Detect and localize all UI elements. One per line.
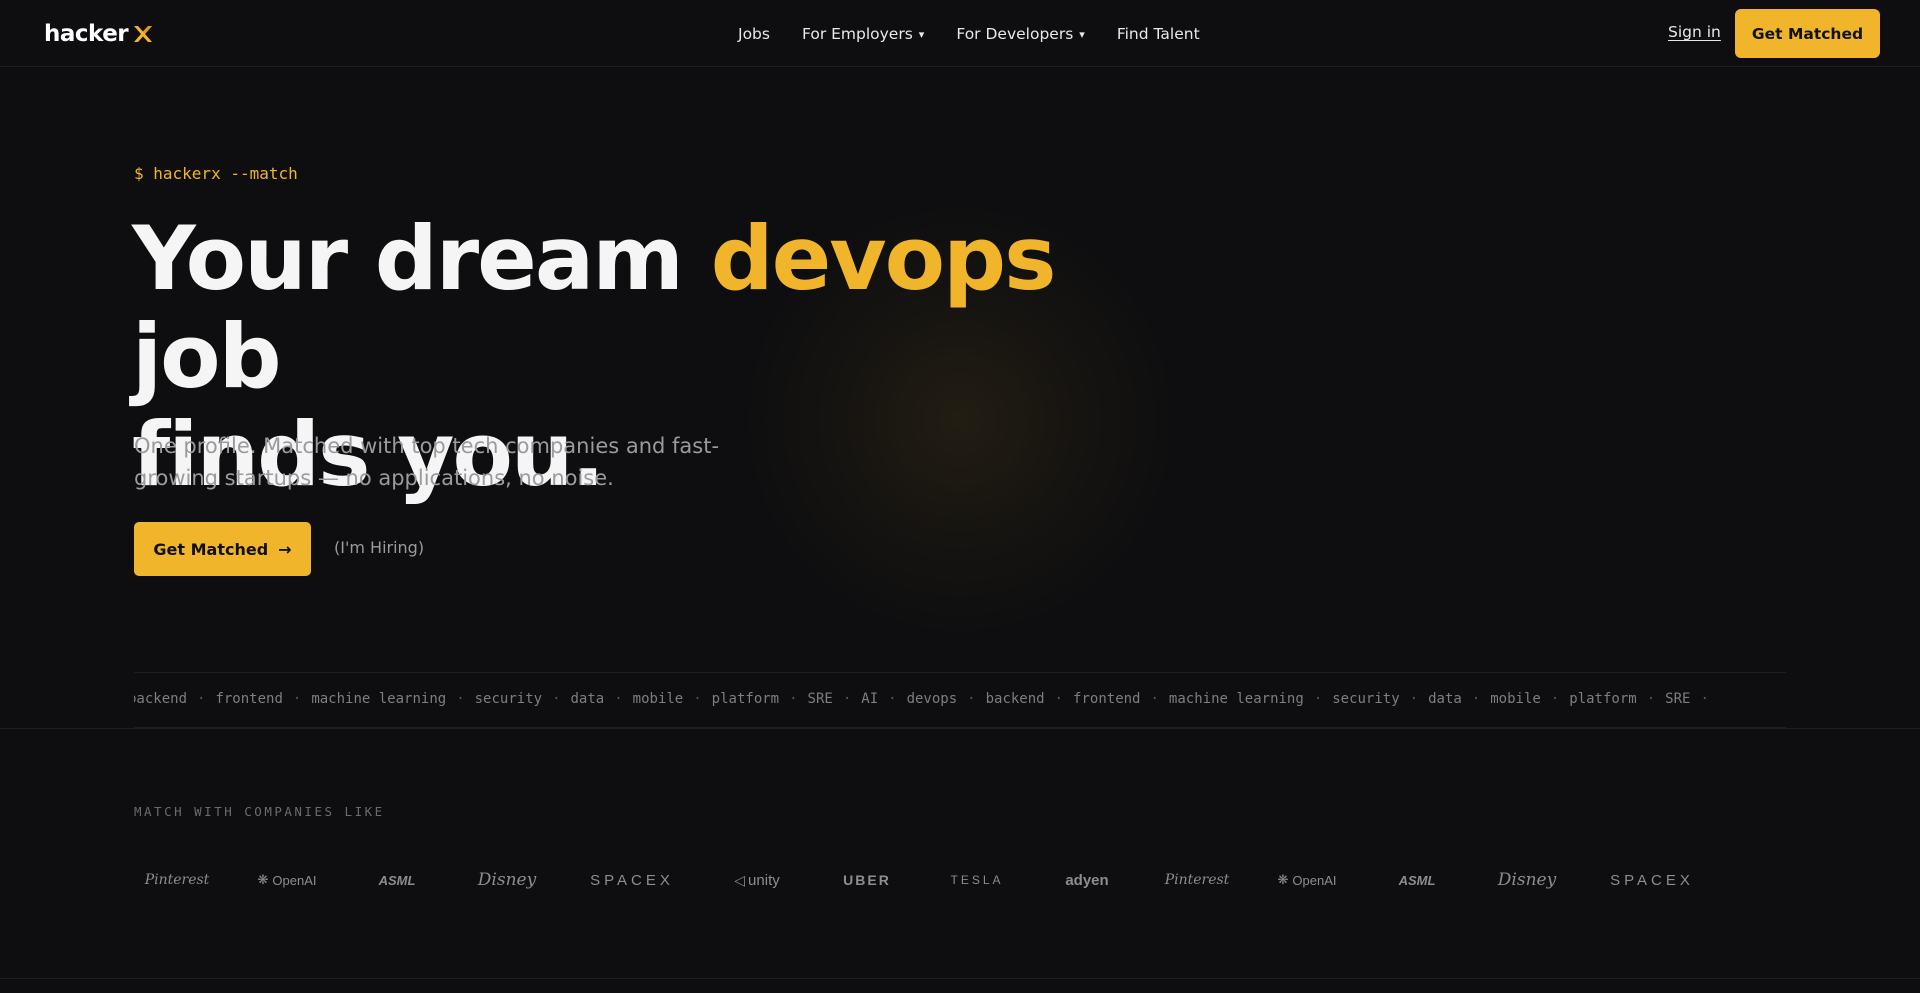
company-logo-text: unity: [748, 871, 780, 889]
headline-accent-word: devops: [710, 207, 1057, 310]
logo-text: hacker: [44, 21, 129, 47]
company-logo-pinterest: Pinterest: [134, 862, 232, 898]
company-logo-asml: ASML: [342, 862, 452, 898]
ticker-separator: ·: [1550, 691, 1560, 707]
ticker-separator: ·: [888, 691, 897, 707]
ticker-item: frontend: [215, 691, 283, 707]
ticker-separator: ·: [1150, 691, 1159, 707]
ticker-separator: ·: [789, 691, 798, 707]
company-logo-disney: Disney: [452, 862, 562, 898]
sign-in-link[interactable]: Sign in: [1668, 23, 1721, 41]
bottom-divider: [0, 978, 1920, 979]
unity-icon: ◁: [734, 871, 746, 888]
ticker-item: machine learning: [311, 691, 447, 707]
company-logo-adyen: adyen: [1032, 862, 1142, 898]
im-hiring-link[interactable]: (I'm Hiring): [334, 538, 424, 557]
ticker-item: devops: [906, 691, 958, 707]
ticker-item: data: [570, 691, 605, 707]
ticker-separator: ·: [967, 691, 976, 707]
company-logo-tesla: TESLA: [922, 862, 1032, 898]
company-logo-asml: ASML: [1362, 862, 1472, 898]
company-logo-text: OpenAI: [1292, 872, 1337, 888]
ticker-item: frontend: [1073, 691, 1141, 707]
terminal-prompt: $ hackerx --match: [134, 164, 298, 183]
logo-track: Pinterest ❋ OpenAI ASML Disney SPACEX ◁ unity UB…: [134, 862, 1722, 898]
ticker-item: platform: [711, 691, 780, 707]
company-logo-text: adyen: [1065, 871, 1109, 889]
hero-subhead: One profile. Matched with top tech compa…: [134, 434, 720, 490]
company-logo-text: Pinterest: [144, 872, 210, 888]
ticker-item: platform: [1569, 691, 1637, 707]
ticker-item: data: [1428, 691, 1462, 707]
company-logo-text: Disney: [477, 870, 537, 890]
ticker-separator: ·: [693, 691, 702, 707]
chevron-down-icon: ▾: [918, 27, 925, 41]
company-logo-openai: ❋ OpenAI: [1252, 862, 1362, 898]
hackerx-logo[interactable]: hacker: [44, 20, 154, 48]
company-logo-unity: ◁ unity: [702, 862, 812, 898]
ticker-item: AI: [861, 691, 879, 707]
company-logo-text: OpenAI: [272, 872, 317, 888]
company-logos-strip: Pinterest ❋ OpenAI ASML Disney SPACEX ◁ unity UB…: [134, 862, 1786, 898]
ticker-separator: ·: [842, 691, 852, 707]
arrow-right-icon: →: [278, 539, 292, 559]
logo-x-icon: [134, 26, 153, 42]
company-logo-openai: ❋ OpenAI: [232, 862, 342, 898]
ticker-separator: ·: [614, 691, 623, 707]
company-logo-disney: Disney: [1472, 862, 1582, 898]
ticker-separator: ·: [1471, 691, 1481, 707]
company-logo-text: SPACEX: [1610, 871, 1694, 889]
ticker-separator: ·: [1646, 691, 1656, 707]
ticker-separator: ·: [1700, 691, 1709, 707]
ticker-item: security: [474, 691, 543, 707]
ticker-separator: ·: [456, 691, 465, 707]
get-matched-hero-button[interactable]: Get Matched →: [134, 522, 311, 576]
openai-icon: ❋: [1277, 872, 1289, 887]
ticker-item: mobile: [632, 691, 684, 707]
ticker-item: security: [1332, 691, 1400, 707]
nav-for-developers[interactable]: For Developers ▾: [956, 25, 1084, 43]
nav-jobs[interactable]: Jobs: [738, 25, 770, 43]
company-logo-text: TESLA: [950, 873, 1004, 887]
company-logo-text: SPACEX: [590, 871, 674, 889]
chevron-down-icon: ▾: [1079, 27, 1085, 41]
top-navbar: hacker Jobs For Employers ▾ For Develope…: [0, 0, 1920, 67]
company-logo-text: Pinterest: [1164, 872, 1230, 888]
nav-find-talent[interactable]: Find Talent: [1117, 25, 1200, 43]
nav-for-employers[interactable]: For Employers ▾: [802, 25, 924, 43]
skills-ticker: backend · frontend · machine learning · securi…: [134, 672, 1786, 728]
ticker-track: backend · frontend · machine learning · securi…: [134, 691, 1719, 707]
ticker-item: SRE: [1665, 691, 1691, 707]
ticker-separator: ·: [552, 691, 561, 707]
ticker-item: backend: [134, 691, 188, 707]
ticker-item: backend: [985, 691, 1045, 707]
company-logo-uber: UBER: [812, 862, 922, 898]
company-logo-spacex: SPACEX: [1582, 862, 1722, 898]
company-logo-text: ASML: [378, 872, 416, 888]
section-divider: [0, 728, 1920, 729]
ticker-item: mobile: [1490, 691, 1541, 707]
ticker-separator: ·: [197, 691, 206, 707]
companies-label: MATCH WITH COMPANIES LIKE: [134, 804, 385, 819]
main-nav: Jobs For Employers ▾ For Developers ▾ Fi…: [738, 22, 1200, 46]
ticker-separator: ·: [1313, 691, 1323, 707]
company-logo-text: Disney: [1497, 870, 1557, 890]
ticker-separator: ·: [292, 691, 302, 707]
ticker-separator: ·: [1054, 691, 1064, 707]
openai-icon: ❋: [257, 872, 269, 887]
ticker-separator: ·: [1409, 691, 1419, 707]
company-logo-text: UBER: [843, 872, 891, 888]
ticker-item: machine learning: [1168, 691, 1304, 707]
ticker-item: SRE: [807, 691, 833, 707]
get-matched-nav-button[interactable]: Get Matched: [1735, 9, 1880, 58]
company-logo-text: ASML: [1398, 872, 1436, 888]
company-logo-pinterest: Pinterest: [1142, 862, 1252, 898]
company-logo-spacex: SPACEX: [562, 862, 702, 898]
